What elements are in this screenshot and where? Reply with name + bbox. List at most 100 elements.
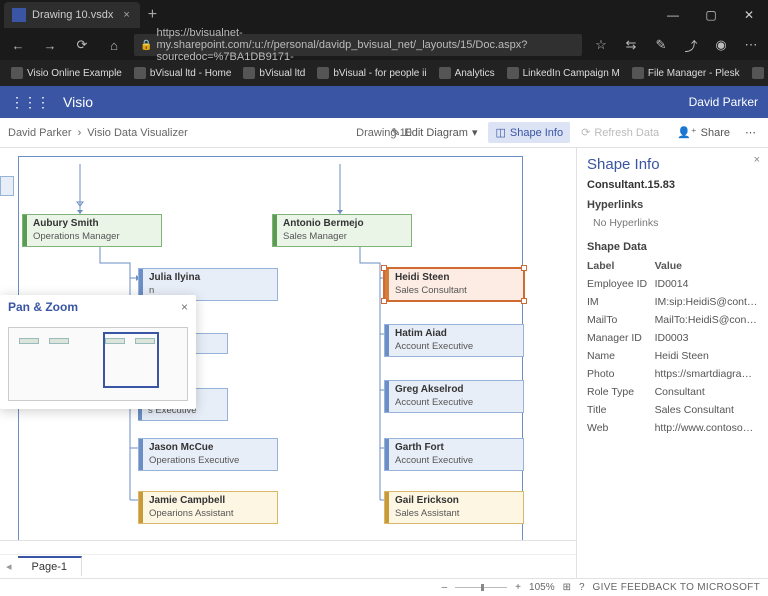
- node-role: Account Executive: [395, 455, 517, 467]
- bookmark-item[interactable]: Analytics: [434, 65, 500, 81]
- shape-info-pane: × Shape Info Consultant.15.83 Hyperlinks…: [576, 148, 768, 578]
- app-launcher-icon[interactable]: ⋮⋮⋮: [10, 94, 49, 111]
- close-tab-icon[interactable]: ×: [119, 9, 133, 21]
- bookmark-item[interactable]: LinkedIn Campaign M: [502, 65, 625, 81]
- org-node[interactable]: Greg Akselrod Account Executive: [384, 380, 524, 413]
- node-role: Operations Executive: [149, 455, 271, 467]
- notes-icon[interactable]: ✎: [650, 37, 672, 53]
- bookmark-favicon: [439, 67, 451, 79]
- org-node[interactable]: Aubury Smith Operations Manager: [22, 214, 162, 247]
- zoom-in-button[interactable]: +: [515, 582, 521, 593]
- browser-tab[interactable]: Drawing 10.vsdx ×: [4, 2, 140, 28]
- bookmark-item[interactable]: LinkedIn: [747, 65, 768, 81]
- node-name: Antonio Bermejo: [283, 218, 405, 231]
- table-row: TitleSales Consultant: [587, 401, 758, 419]
- bookmarks-bar: Visio Online Example bVisual ltd - Home …: [0, 60, 768, 86]
- address-bar[interactable]: 🔒 https://bvisualnet-my.sharepoint.com/:…: [134, 34, 582, 56]
- node-name: Gail Erickson: [395, 495, 517, 508]
- shape-data-heading: Shape Data: [587, 241, 758, 253]
- visio-favicon: [12, 8, 26, 22]
- node-name: Julia Ilyina: [149, 272, 271, 285]
- zoom-slider[interactable]: [455, 587, 507, 588]
- org-node[interactable]: Garth Fort Account Executive: [384, 438, 524, 471]
- node-role: Sales Assistant: [395, 508, 517, 520]
- refresh-icon: ⟳: [581, 126, 590, 139]
- shape-info-button[interactable]: ◫ Shape Info: [488, 122, 570, 143]
- refresh-button[interactable]: ⟳: [70, 37, 94, 53]
- zoom-out-button[interactable]: –: [442, 582, 448, 593]
- table-row: NameHeidi Steen: [587, 347, 758, 365]
- node-role: Operations Manager: [33, 231, 155, 243]
- reading-icon[interactable]: ⇆: [620, 37, 642, 53]
- pan-zoom-panel[interactable]: Pan & Zoom ×: [0, 295, 196, 409]
- org-node[interactable]: Jamie Campbell Opearions Assistant: [138, 491, 278, 524]
- node-role: Opearions Assistant: [149, 508, 271, 520]
- pan-zoom-title: Pan & Zoom: [8, 300, 78, 314]
- org-node[interactable]: Jason McCue Operations Executive: [138, 438, 278, 471]
- table-row: Webhttp://www.contoso…: [587, 419, 758, 437]
- zoom-level: 105%: [529, 582, 555, 593]
- drawing-canvas[interactable]: Aubury Smith Operations Manager Julia Il…: [0, 148, 576, 578]
- forward-button[interactable]: →: [38, 38, 62, 53]
- fit-page-icon[interactable]: ⊞: [563, 582, 571, 593]
- horizontal-scrollbar[interactable]: [0, 541, 576, 555]
- node-name: Jason McCue: [149, 442, 271, 455]
- refresh-data-button: ⟳ Refresh Data: [574, 122, 666, 143]
- table-row: Role TypeConsultant: [587, 383, 758, 401]
- node-role: Sales Manager: [283, 231, 405, 243]
- org-node[interactable]: Gail Erickson Sales Assistant: [384, 491, 524, 524]
- share-icon: 👤⁺: [677, 126, 697, 139]
- page-tab[interactable]: Page-1: [18, 556, 82, 576]
- close-window-button[interactable]: ✕: [730, 0, 768, 30]
- breadcrumb-leaf[interactable]: Visio Data Visualizer: [87, 127, 187, 139]
- chevron-right-icon: ›: [78, 127, 82, 139]
- org-node[interactable]: Hatim Aiad Account Executive: [384, 324, 524, 357]
- table-row: Employee IDID0014: [587, 275, 758, 293]
- app-name: Visio: [63, 94, 93, 110]
- new-tab-button[interactable]: +: [148, 6, 157, 24]
- org-node[interactable]: Antonio Bermejo Sales Manager: [272, 214, 412, 247]
- user-name-link[interactable]: David Parker: [689, 95, 758, 109]
- close-panzoom-icon[interactable]: ×: [181, 300, 188, 314]
- bookmark-item[interactable]: Visio Online Example: [6, 65, 127, 81]
- bookmark-favicon: [507, 67, 519, 79]
- home-button[interactable]: ⌂: [102, 38, 126, 53]
- table-row: IMIM:sip:HeidiS@cont…: [587, 293, 758, 311]
- document-title: Drawing 10: [356, 127, 412, 139]
- minimize-button[interactable]: —: [654, 0, 692, 30]
- favorite-icon[interactable]: ☆: [590, 37, 612, 53]
- node-name: Hatim Aiad: [395, 328, 517, 341]
- bookmark-favicon: [752, 67, 764, 79]
- share-browser-icon[interactable]: ⤴: [680, 36, 702, 55]
- bookmark-favicon: [243, 67, 255, 79]
- more-actions-icon[interactable]: ⋯: [741, 126, 760, 139]
- bookmark-item[interactable]: bVisual ltd - Home: [129, 65, 237, 81]
- more-browser-icon[interactable]: ⋯: [740, 37, 762, 53]
- table-row: Photohttps://smartdiagra…: [587, 365, 758, 383]
- node-name: Aubury Smith: [33, 218, 155, 231]
- back-button[interactable]: ←: [6, 38, 30, 53]
- share-button[interactable]: 👤⁺ Share: [670, 122, 737, 143]
- org-node-selected[interactable]: Heidi Steen Sales Consultant: [384, 268, 524, 301]
- bookmark-favicon: [317, 67, 329, 79]
- table-row: MailToMailTo:HeidiS@con…: [587, 311, 758, 329]
- bookmark-item[interactable]: bVisual - for people ii: [312, 65, 431, 81]
- shape-data-table: LabelValue Employee IDID0014 IMIM:sip:He…: [587, 257, 758, 437]
- lock-icon: 🔒: [140, 40, 152, 51]
- no-hyperlinks-text: No Hyperlinks: [587, 215, 758, 233]
- node-role: Account Executive: [395, 341, 517, 353]
- tab-title: Drawing 10.vsdx: [32, 9, 113, 21]
- pane-heading: Shape Info: [587, 156, 758, 173]
- close-pane-icon[interactable]: ×: [754, 154, 760, 166]
- feedback-link[interactable]: GIVE FEEDBACK TO MICROSOFT: [593, 582, 760, 593]
- node-name: Heidi Steen: [395, 272, 517, 285]
- pan-zoom-thumbnail[interactable]: [0, 319, 196, 409]
- breadcrumb-root[interactable]: David Parker: [8, 127, 72, 139]
- extension-icon[interactable]: ◉: [710, 37, 732, 53]
- bookmark-item[interactable]: bVisual ltd: [238, 65, 310, 81]
- bookmark-item[interactable]: File Manager - Plesk: [627, 65, 745, 81]
- node-name: Greg Akselrod: [395, 384, 517, 397]
- node-name: Jamie Campbell: [149, 495, 271, 508]
- help-icon[interactable]: ?: [579, 582, 585, 593]
- maximize-button[interactable]: ▢: [692, 0, 730, 30]
